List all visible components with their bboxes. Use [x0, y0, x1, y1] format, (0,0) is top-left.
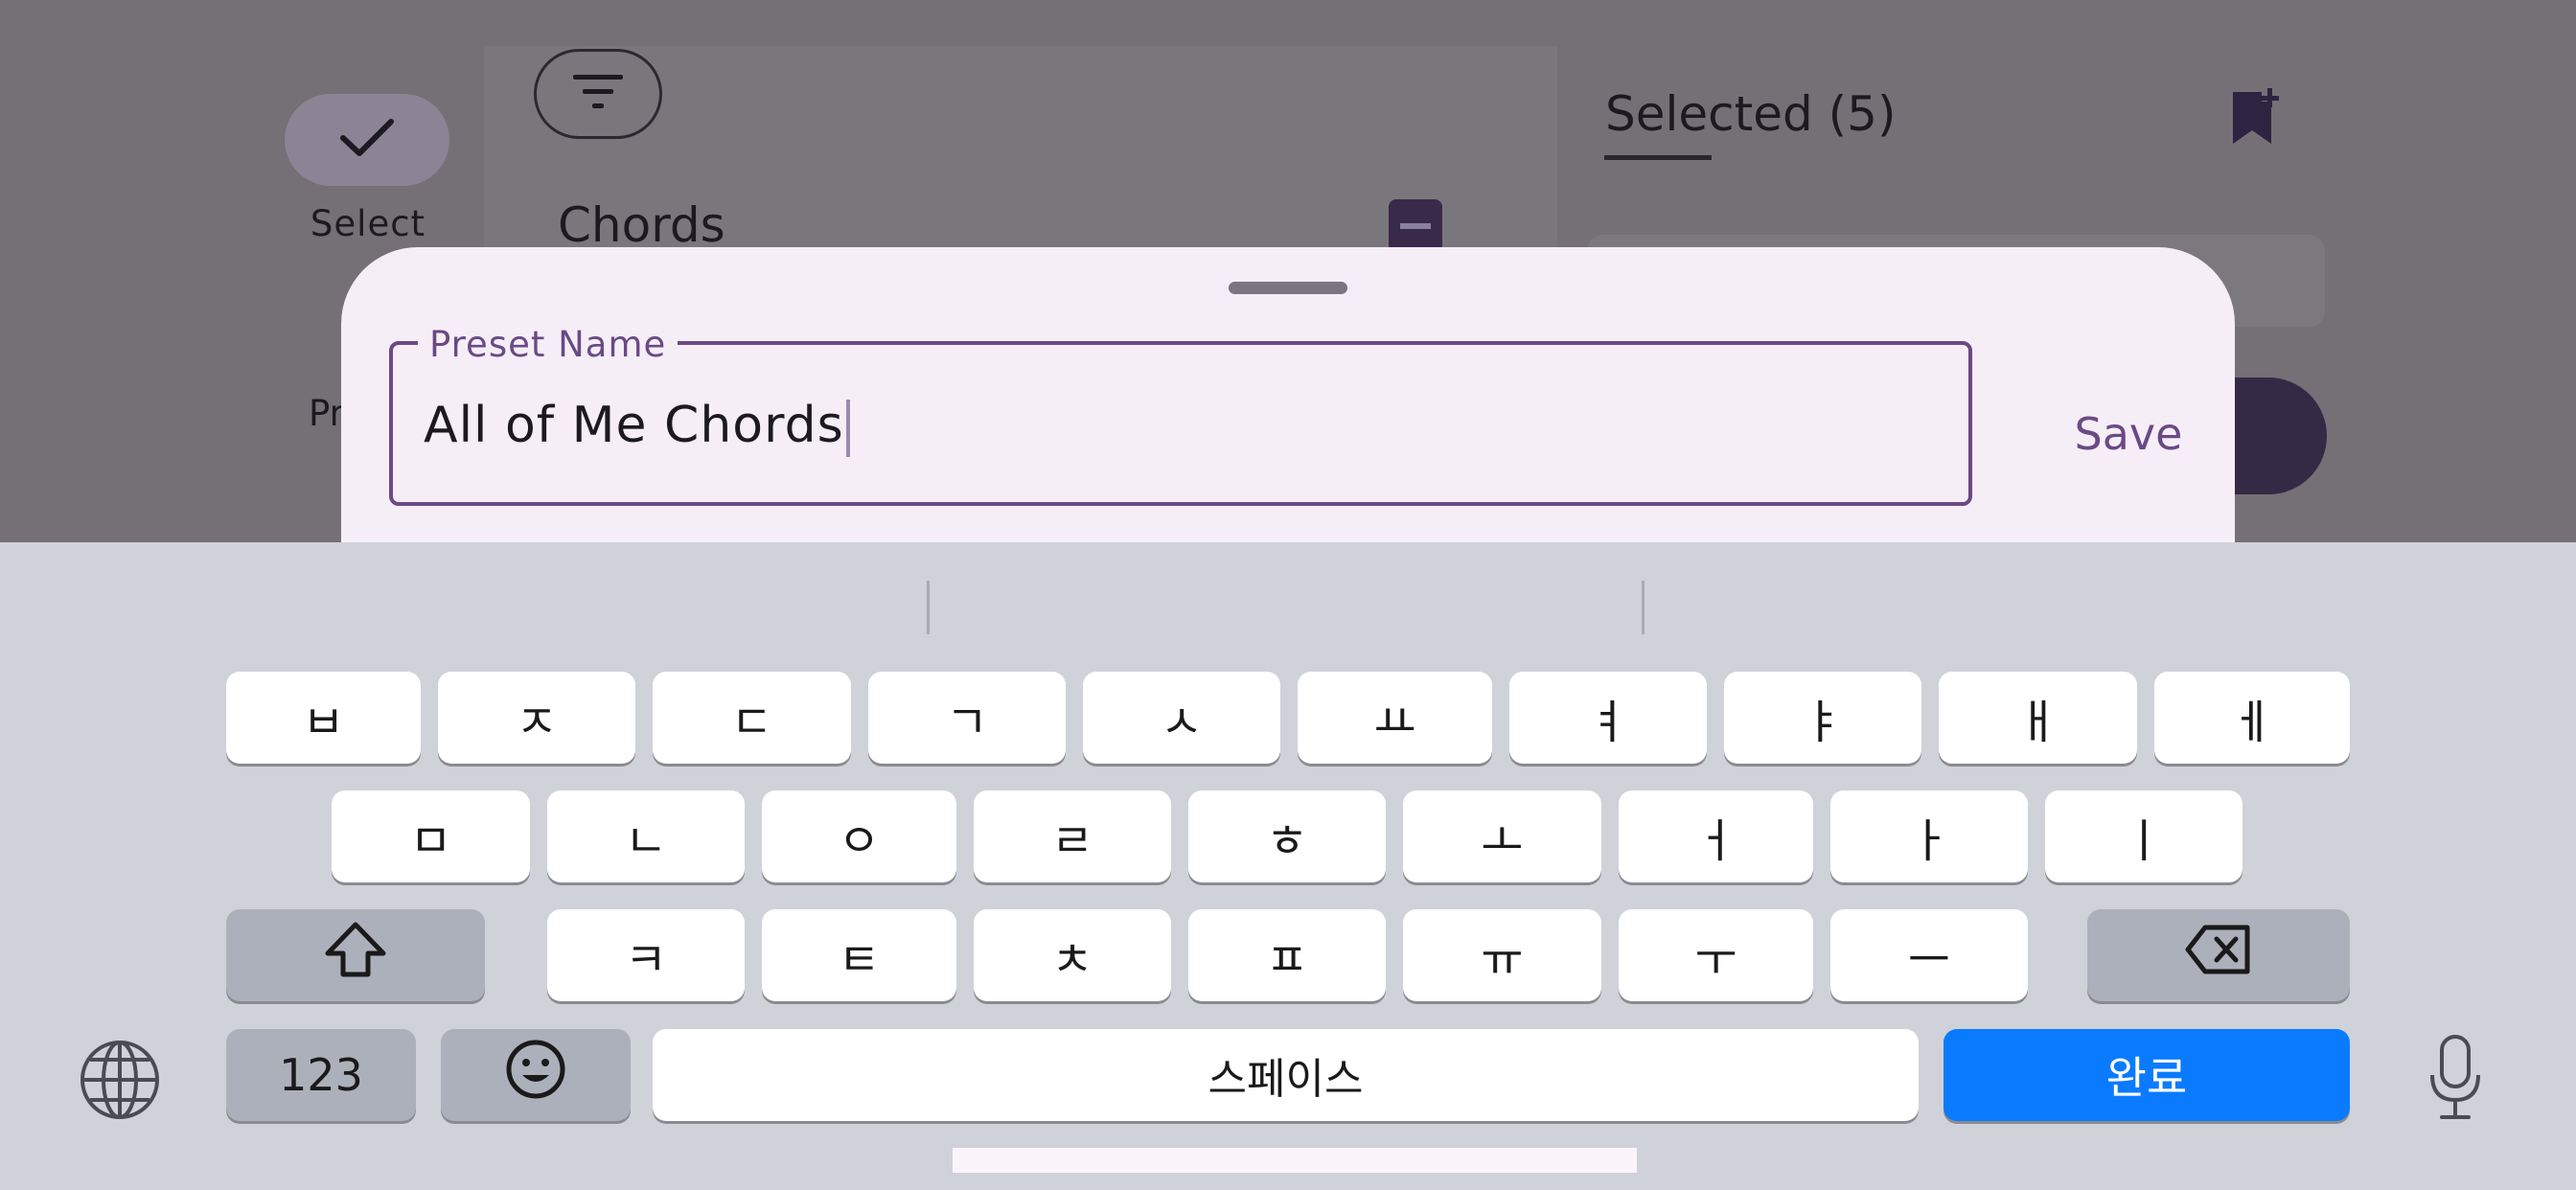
key-label: ㅜ	[1694, 933, 1737, 987]
key[interactable]: ㅇ	[762, 790, 956, 882]
partial-label: Pr	[309, 393, 344, 434]
key[interactable]: ㄹ	[974, 790, 1171, 882]
key-label: ㅏ	[1907, 814, 1951, 868]
key-label: ㅈ	[515, 696, 559, 749]
backspace-icon	[2184, 924, 2253, 987]
keyboard: ㅂ ㅈ ㄷ ㄱ ㅅ ㅛ ㅕ ㅑ ㅐ ㅔ ㅁ ㄴ ㅇ ㄹ ㅎ ㅗ ㅓ ㅏ ㅣ ㅋ …	[0, 542, 2576, 1190]
suggestion-divider	[927, 581, 930, 634]
key-label: ㅌ	[838, 933, 881, 987]
backspace-key[interactable]	[2087, 909, 2350, 1001]
key-label: ㅍ	[1265, 933, 1309, 987]
numbers-key[interactable]: 123	[226, 1029, 416, 1121]
suggestion-divider	[1642, 581, 1644, 634]
sheet-grabber[interactable]	[1229, 282, 1347, 294]
filter-icon	[569, 71, 627, 117]
key[interactable]: ㄴ	[547, 790, 745, 882]
emoji-icon	[505, 1039, 566, 1111]
key[interactable]: ㅛ	[1298, 672, 1492, 764]
preset-name-input[interactable]: All of Me Chords	[424, 397, 850, 457]
preset-name-label: Preset Name	[418, 324, 678, 365]
key-label: ㄱ	[945, 696, 989, 749]
shift-icon	[324, 921, 387, 990]
key[interactable]: ㅍ	[1188, 909, 1386, 1001]
key-label: ㅐ	[2016, 696, 2059, 749]
key-label: 완료	[2105, 1052, 2188, 1104]
key-label: 123	[279, 1049, 363, 1101]
globe-icon[interactable]	[77, 1037, 163, 1127]
checkmark-icon	[339, 117, 395, 163]
key-label: ㅁ	[409, 814, 452, 868]
section-title: Chords	[558, 197, 725, 253]
key[interactable]: ㅁ	[332, 790, 530, 882]
key[interactable]: ㅑ	[1724, 672, 1921, 764]
key[interactable]: ㅜ	[1619, 909, 1813, 1001]
key-label: ㅋ	[624, 933, 668, 987]
shift-key[interactable]	[226, 909, 485, 1001]
key-label: ㅡ	[1907, 933, 1951, 987]
tab-indicator	[1604, 155, 1712, 160]
key[interactable]: ㅂ	[226, 672, 421, 764]
key[interactable]: ㅕ	[1509, 672, 1707, 764]
key-label: 스페이스	[1208, 1055, 1364, 1104]
select-label: Select	[310, 203, 426, 244]
done-key[interactable]: 완료	[1944, 1029, 2350, 1121]
key-label: ㅕ	[1586, 696, 1630, 749]
key-label: ㅂ	[302, 696, 345, 749]
key-label: ㅇ	[838, 814, 881, 868]
key-label: ㅠ	[1481, 933, 1524, 987]
key-label: ㄷ	[730, 696, 773, 749]
bookmark-add-icon[interactable]	[2229, 88, 2281, 151]
microphone-icon[interactable]	[2426, 1033, 2484, 1127]
save-button[interactable]: Save	[2018, 391, 2239, 477]
key[interactable]: ㅊ	[974, 909, 1171, 1001]
key-label: ㅊ	[1050, 933, 1094, 987]
key-label: ㅓ	[1694, 814, 1737, 868]
key-label: ㅑ	[1801, 696, 1845, 749]
key-label: ㅛ	[1373, 696, 1416, 749]
key-label: ㅣ	[2122, 814, 2166, 868]
home-indicator	[953, 1148, 1637, 1173]
key-label: ㄹ	[1050, 814, 1094, 868]
select-button[interactable]	[285, 94, 449, 186]
key[interactable]: ㅐ	[1939, 672, 2137, 764]
key[interactable]: ㅅ	[1083, 672, 1280, 764]
key[interactable]: ㅈ	[438, 672, 635, 764]
preset-name-value: All of Me Chords	[424, 397, 844, 454]
selected-tab[interactable]: Selected (5)	[1605, 86, 1896, 142]
key[interactable]: ㅌ	[762, 909, 956, 1001]
key[interactable]: ㅣ	[2045, 790, 2242, 882]
key-label: ㅔ	[2230, 696, 2274, 749]
key[interactable]: ㄱ	[868, 672, 1066, 764]
filter-button[interactable]	[534, 49, 662, 139]
key[interactable]: ㅋ	[547, 909, 745, 1001]
key[interactable]: ㅡ	[1830, 909, 2028, 1001]
save-preset-sheet: Preset Name All of Me Chords Save	[341, 247, 2235, 554]
key[interactable]: ㅗ	[1403, 790, 1601, 882]
space-key[interactable]: 스페이스	[653, 1029, 1919, 1121]
text-cursor	[845, 400, 850, 457]
collapse-button[interactable]	[1389, 199, 1442, 253]
key-label: ㅎ	[1265, 814, 1309, 868]
key-label: ㄴ	[624, 814, 668, 868]
key-label: ㅅ	[1160, 696, 1204, 749]
key[interactable]: ㅓ	[1619, 790, 1813, 882]
key[interactable]: ㅎ	[1188, 790, 1386, 882]
key[interactable]: ㅏ	[1830, 790, 2028, 882]
key[interactable]: ㅔ	[2154, 672, 2350, 764]
key[interactable]: ㄷ	[653, 672, 851, 764]
emoji-key[interactable]	[441, 1029, 631, 1121]
key-label: ㅗ	[1481, 814, 1524, 868]
key[interactable]: ㅠ	[1403, 909, 1601, 1001]
